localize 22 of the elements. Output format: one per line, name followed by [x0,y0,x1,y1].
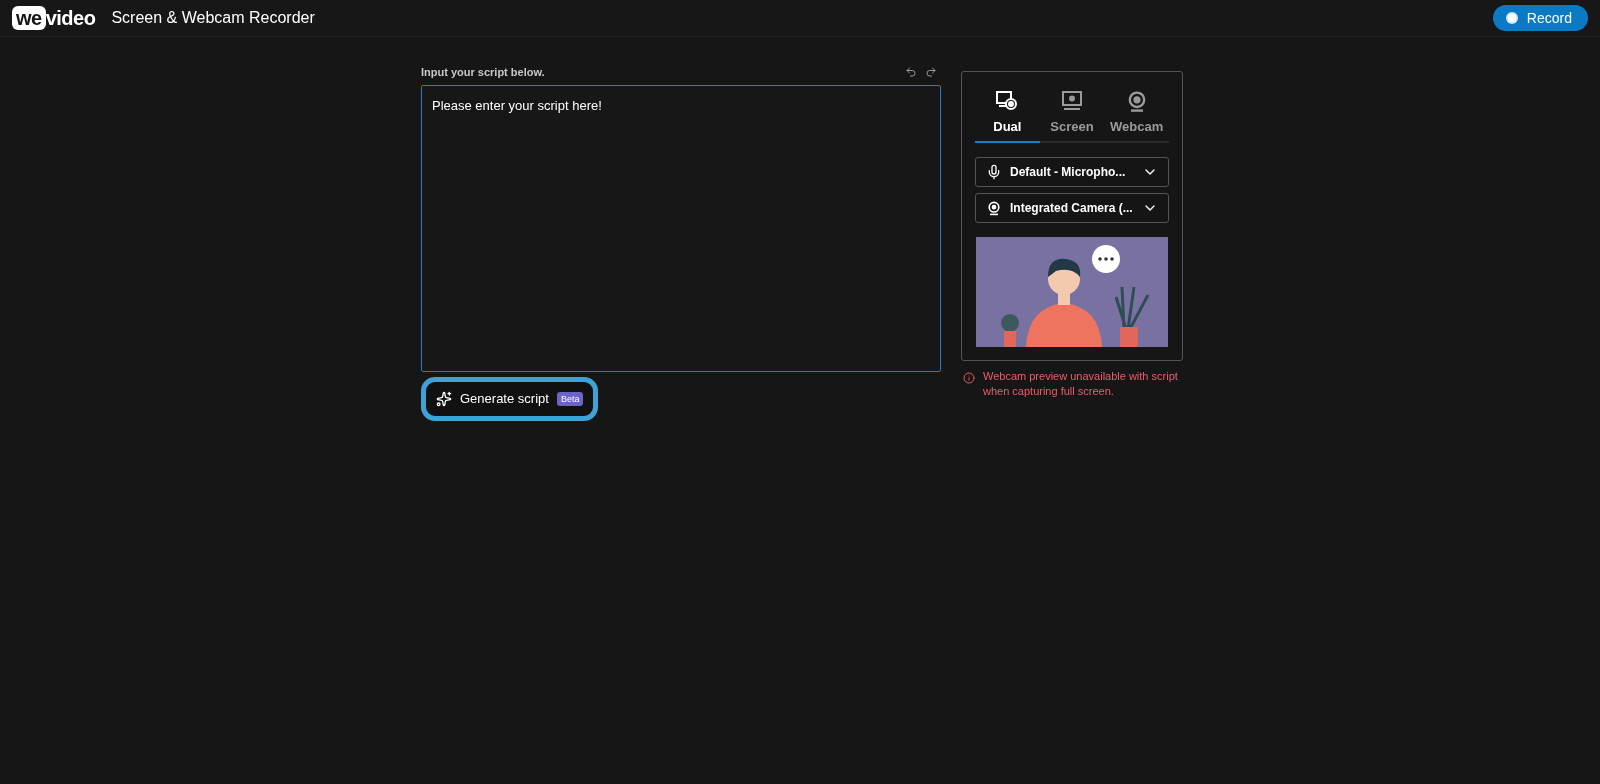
info-icon [963,371,975,384]
screen-webcam-icon [995,89,1020,113]
sparkle-icon [436,391,452,407]
undo-icon[interactable] [905,66,917,78]
redo-icon[interactable] [925,66,937,78]
generate-script-button[interactable]: Generate script Beta [421,377,599,421]
webcam-icon [986,199,1002,216]
monitor-icon [1060,89,1084,113]
device-dropdown[interactable]: Integrated Camera (... [975,192,1169,223]
script-label: Input your script below. [421,64,545,80]
device-dropdown[interactable]: Default - Micropho... [975,156,1169,187]
logo: we video [12,3,96,33]
record-button[interactable]: Record [1492,5,1588,31]
capture-mode-tab[interactable]: Webcam [1104,85,1169,141]
capture-mode-tab[interactable]: Dual [975,85,1040,143]
capture-mode-tab[interactable]: Screen [1039,85,1105,141]
script-field[interactable]: Please enter your script here! [421,85,941,372]
app-title: Screen & Webcam Recorder [111,8,315,28]
microphone-icon [986,163,1002,180]
record-icon [1504,11,1519,25]
beta-badge: Beta [556,392,584,406]
warning-text: Webcam preview unavailable with script when capturing full screen. [983,368,1179,399]
